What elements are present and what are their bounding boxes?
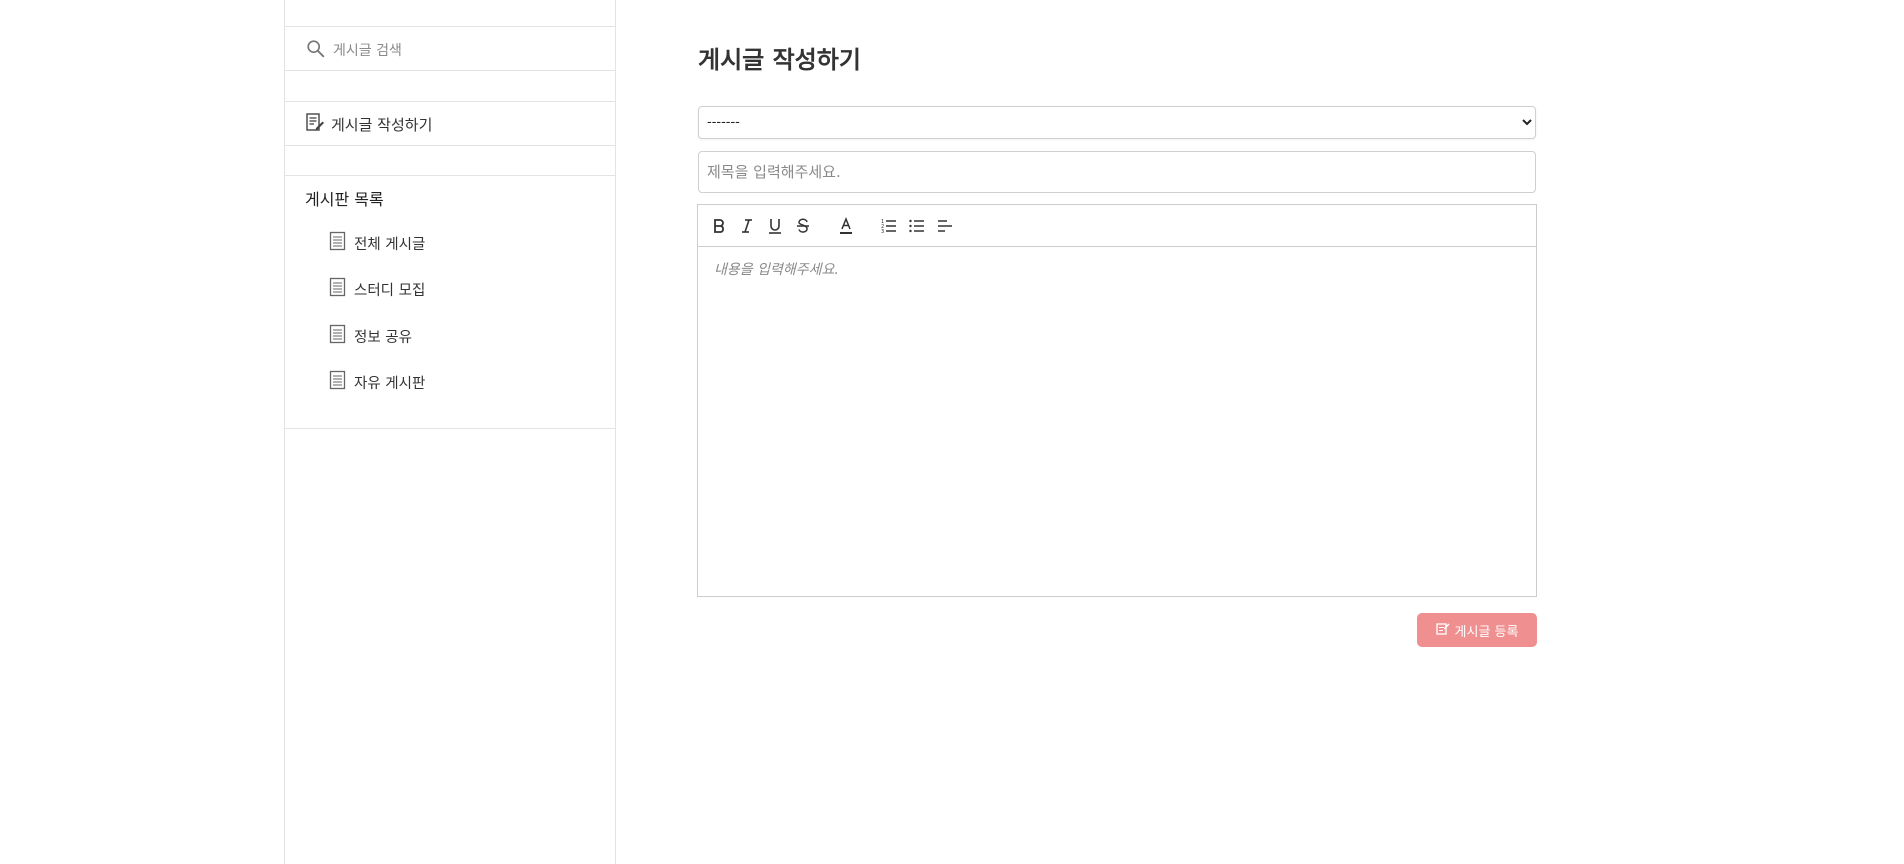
sidebar-divider bbox=[285, 145, 615, 146]
strikethrough-icon[interactable] bbox=[793, 216, 813, 236]
sidebar-divider bbox=[285, 175, 615, 176]
italic-icon[interactable] bbox=[737, 216, 757, 236]
document-icon bbox=[329, 231, 354, 255]
edit-icon bbox=[1435, 621, 1455, 639]
title-input[interactable] bbox=[698, 151, 1536, 193]
editor-toolbar: 123 bbox=[698, 205, 1536, 247]
align-left-icon[interactable] bbox=[935, 216, 955, 236]
content-editor: 123 내용을 입력해주세요. bbox=[697, 204, 1537, 597]
document-icon bbox=[329, 324, 354, 348]
write-post-label: 게시글 작성하기 bbox=[331, 115, 433, 134]
sidebar-divider bbox=[285, 101, 615, 102]
bullet-list-icon[interactable] bbox=[907, 216, 927, 236]
bold-icon[interactable] bbox=[709, 216, 729, 236]
submit-post-label: 게시글 등록 bbox=[1454, 624, 1519, 640]
editor-placeholder: 내용을 입력해주세요. bbox=[714, 262, 839, 278]
search-input[interactable] bbox=[333, 43, 573, 59]
board-item-study[interactable]: 스터디 모집 bbox=[329, 277, 425, 301]
search-bar[interactable] bbox=[305, 38, 595, 64]
board-item-all-posts[interactable]: 전체 게시글 bbox=[329, 231, 425, 255]
write-post-link[interactable]: 게시글 작성하기 bbox=[305, 111, 432, 137]
sidebar-divider bbox=[285, 26, 615, 27]
board-item-label: 전체 게시글 bbox=[354, 236, 426, 253]
document-icon bbox=[329, 277, 354, 301]
editor-content-area[interactable]: 내용을 입력해주세요. bbox=[698, 247, 1536, 596]
board-item-label: 정보 공유 bbox=[354, 329, 412, 346]
sidebar-divider bbox=[285, 70, 615, 71]
edit-document-icon bbox=[305, 112, 331, 136]
board-item-info-share[interactable]: 정보 공유 bbox=[329, 324, 412, 348]
svg-text:3: 3 bbox=[881, 229, 884, 235]
font-color-icon[interactable] bbox=[836, 216, 856, 236]
underline-icon[interactable] bbox=[765, 216, 785, 236]
board-item-label: 스터디 모집 bbox=[354, 282, 426, 299]
ordered-list-icon[interactable]: 123 bbox=[879, 216, 899, 236]
sidebar-divider bbox=[285, 428, 615, 429]
board-item-label: 자유 게시판 bbox=[354, 375, 426, 392]
submit-post-button[interactable]: 게시글 등록 bbox=[1417, 613, 1537, 647]
category-select[interactable]: ------- bbox=[698, 106, 1536, 139]
sidebar: 게시글 작성하기 게시판 목록 전체 게시글 스터디 모집 정보 공유 자유 게… bbox=[284, 0, 616, 864]
board-item-free-board[interactable]: 자유 게시판 bbox=[329, 370, 425, 394]
document-icon bbox=[329, 370, 354, 394]
page-title: 게시글 작성하기 bbox=[698, 46, 861, 74]
board-list-title: 게시판 목록 bbox=[305, 190, 384, 209]
search-icon[interactable] bbox=[305, 38, 327, 64]
